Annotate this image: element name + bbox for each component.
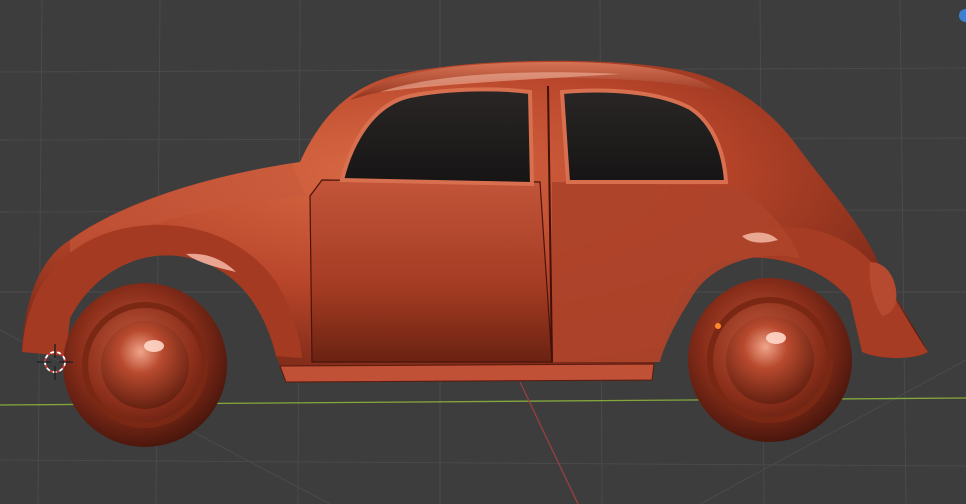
car-model[interactable] [22,60,928,447]
rear-wheel [688,278,852,442]
3d-viewport[interactable] [0,0,966,504]
front-wheel [63,283,227,447]
object-origin-point[interactable] [715,323,721,329]
running-board [279,363,655,383]
front-hubcap [101,321,189,409]
rear-hub-highlight [766,332,786,344]
navigation-gizmo-dot[interactable] [959,9,966,22]
front-hub-highlight [144,340,164,352]
viewport-canvas[interactable] [0,0,966,504]
door-panel[interactable] [309,179,553,363]
rear-hubcap [726,316,814,404]
